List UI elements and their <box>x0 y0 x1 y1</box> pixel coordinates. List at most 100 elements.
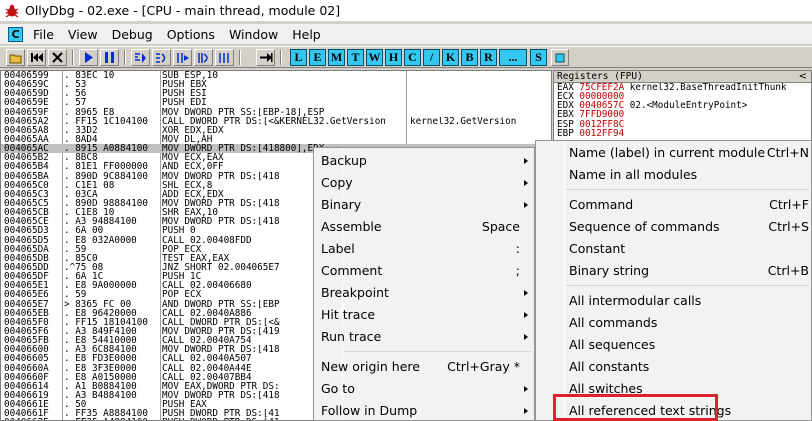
disassembly-row[interactable]: 0040659E . 57 PUSH EDI <box>1 98 551 107</box>
executable-modules-button[interactable]: E <box>309 49 326 66</box>
hex-bytes-cell: . A1 B0884100 <box>64 381 137 391</box>
register-value[interactable]: 0012FF94 <box>579 128 624 139</box>
step-over-icon[interactable] <box>152 49 171 66</box>
search-submenu-item[interactable]: All commands <box>536 312 811 334</box>
execute-till-return-icon[interactable] <box>215 49 234 66</box>
address-cell: 004065E6 <box>4 290 49 300</box>
hex-bytes-cell: . C1E8 10 <box>64 208 115 218</box>
search-submenu-item[interactable]: Sequence of commands Ctrl+S <box>536 216 811 238</box>
instruction-cell: CALL DWORD PTR DS:[<&KERNEL32.GetVersion <box>162 116 386 126</box>
source-button[interactable]: S <box>530 49 547 66</box>
search-submenu-item[interactable]: All intermodular calls <box>536 290 811 312</box>
instruction-cell: XOR EDX,EDX <box>162 125 224 135</box>
menu-window[interactable]: Window <box>222 27 285 42</box>
call-stack-button[interactable]: K <box>442 49 459 66</box>
open-icon[interactable] <box>6 49 25 66</box>
hex-bytes-cell: . A3 B4884100 <box>64 390 137 401</box>
menu-item-shortcut: Ctrl+S <box>768 219 809 234</box>
context-menu-item[interactable]: Breakpoint <box>314 282 534 304</box>
memory-map-button[interactable]: M <box>328 49 345 66</box>
search-for-submenu: Name (label) in current module Ctrl+N Name… <box>535 140 812 421</box>
registers-header[interactable]: Registers (FPU) < <box>554 71 811 83</box>
disassembly-row[interactable]: 004065A8 . 33D2 XOR EDX,EDX <box>1 126 551 135</box>
run-trace-button[interactable]: ... <box>499 49 527 66</box>
context-menu-item[interactable]: Comment; <box>314 260 534 282</box>
hex-bytes-cell: . 6A 00 <box>64 226 104 236</box>
run-icon[interactable] <box>79 49 98 66</box>
breakpoints-button[interactable]: B <box>461 49 478 66</box>
search-submenu-item[interactable]: Name (label) in current module Ctrl+N <box>536 142 811 164</box>
address-cell: 00406619 <box>4 390 49 401</box>
address-cell: 004065C5 <box>4 198 49 209</box>
menu-options[interactable]: Options <box>160 27 222 42</box>
context-menu-item[interactable]: Backup <box>314 150 534 172</box>
context-menu-item[interactable]: Go to <box>314 378 534 400</box>
disassembly-row[interactable]: 004065AA . 8AD4 MOV DL,AH <box>1 135 551 144</box>
menu-item-label: Backup <box>321 153 367 168</box>
disassembly-row[interactable]: 0040659C . 53 PUSH EBX <box>1 80 551 89</box>
references-button[interactable]: R <box>480 49 497 66</box>
context-menu-item[interactable]: Label: <box>314 238 534 260</box>
address-cell: 004065AA <box>4 134 49 145</box>
hex-bytes-cell: . 8965 E8 <box>64 107 115 117</box>
step-into-icon[interactable] <box>131 49 150 66</box>
address-cell: 004065F6 <box>4 326 49 337</box>
search-submenu-item[interactable]: Name in all modules <box>536 164 811 186</box>
menu-view[interactable]: View <box>61 27 105 42</box>
cpu-button[interactable]: C <box>404 49 421 66</box>
search-submenu-item[interactable]: All sequences <box>536 334 811 356</box>
menu-item-label: Go to <box>321 381 355 396</box>
hex-bytes-cell: . C1E1 08 <box>64 180 115 190</box>
trace-over-icon[interactable] <box>194 49 213 66</box>
hex-bytes-cell: . E8 A0150000 <box>64 372 137 382</box>
submenu-arrow-icon <box>524 290 528 296</box>
close-icon[interactable] <box>48 49 67 66</box>
search-submenu-item[interactable]: Binary string Ctrl+B <box>536 260 811 282</box>
handles-button[interactable]: H <box>385 49 402 66</box>
context-menu-item[interactable]: Assemble Space <box>314 216 534 238</box>
search-submenu-item[interactable]: Constant <box>536 238 811 260</box>
context-menu-item[interactable]: New origin here Ctrl+Gray * <box>314 356 534 378</box>
menu-help[interactable]: Help <box>285 27 328 42</box>
hex-bytes-cell: . 03CA <box>64 189 98 199</box>
hex-bytes-cell: .^75 08 <box>64 262 104 273</box>
disassembly-row[interactable]: 0040659F . 8965 E8 MOV DWORD PTR SS:[EBP-1… <box>1 108 551 117</box>
disassembly-row[interactable]: 00406599 . 83EC 10 SUB ESP,10 <box>1 71 551 80</box>
address-cell: 004065F0 <box>4 317 49 327</box>
address-cell: 004065DF <box>4 272 49 282</box>
instruction-cell: PUSH ESI <box>162 89 207 99</box>
context-menu-item[interactable]: Binary <box>314 194 534 216</box>
disassembly-row[interactable]: 004065A2 . FF15 1C104100 CALL DWORD PTR DS… <box>1 117 551 126</box>
pause-icon[interactable] <box>100 49 119 66</box>
menu-item-shortcut: Ctrl+Gray * <box>447 359 520 374</box>
address-cell: 0040661E <box>4 400 49 410</box>
register-row[interactable]: EBP 0012FF94 <box>554 129 811 138</box>
address-cell: 004065DB <box>4 253 49 263</box>
menu-file[interactable]: File <box>26 27 61 42</box>
cpu-window-icon[interactable]: C <box>8 26 23 42</box>
disassembly-row[interactable]: 0040659D . 56 PUSH ESI <box>1 89 551 98</box>
restart-icon[interactable] <box>27 49 46 66</box>
hex-bytes-cell: . 83EC 10 <box>64 71 115 81</box>
context-menu-item[interactable]: Run trace <box>314 326 534 348</box>
context-menu-item[interactable]: Hit trace <box>314 304 534 326</box>
search-submenu-item[interactable]: All constants <box>536 356 811 378</box>
search-submenu-item[interactable]: Command Ctrl+F <box>536 194 811 216</box>
address-cell: 004065A2 <box>4 116 49 126</box>
menu-item-label: Constant <box>569 241 626 256</box>
patches-button[interactable]: / <box>423 49 440 66</box>
register-comment: kernel32.BaseThreadInitThunk <box>629 82 787 93</box>
menu-item-label: New origin here <box>321 359 420 374</box>
menu-debug[interactable]: Debug <box>105 27 160 42</box>
context-menu-item[interactable]: Copy <box>314 172 534 194</box>
address-cell: 0040660A <box>4 363 49 373</box>
log-window-button[interactable]: L <box>290 49 307 66</box>
overflow-icon[interactable] <box>551 49 569 66</box>
address-cell: 004065C0 <box>4 180 49 190</box>
context-menu-item[interactable]: Follow in Dump <box>314 400 534 421</box>
registers-collapse-icon[interactable]: < <box>799 71 807 82</box>
goto-address-icon[interactable] <box>256 49 275 66</box>
threads-button[interactable]: T <box>347 49 364 66</box>
windows-button[interactable]: W <box>366 49 383 66</box>
trace-into-icon[interactable] <box>173 49 192 66</box>
